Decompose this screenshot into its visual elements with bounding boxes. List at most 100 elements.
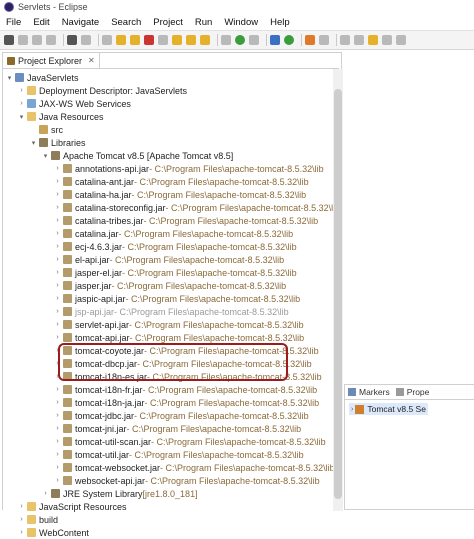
save-icon[interactable] — [18, 35, 28, 45]
open-type-icon[interactable] — [305, 35, 315, 45]
vertical-scrollbar[interactable] — [333, 69, 343, 511]
menu-edit[interactable]: Edit — [27, 17, 55, 28]
collapse-arrow-icon[interactable]: › — [53, 425, 62, 432]
collapse-arrow-icon[interactable]: › — [53, 399, 62, 406]
tree-item-jar[interactable]: › ecj-4.6.3.jar - C:\Program Files\apache… — [53, 240, 296, 253]
search-icon[interactable] — [319, 35, 329, 45]
menu-project[interactable]: Project — [147, 17, 189, 28]
collapse-arrow-icon[interactable]: › — [53, 295, 62, 302]
new-java-class-icon[interactable] — [284, 35, 294, 45]
console-icon[interactable] — [67, 35, 77, 45]
tree-item-jaxws[interactable]: › JAX-WS Web Services — [17, 97, 131, 110]
collapse-arrow-icon[interactable]: › — [53, 282, 62, 289]
save-all-icon[interactable] — [32, 35, 42, 45]
tree-item-deployment-descriptor[interactable]: › Deployment Descriptor: JavaServlets — [17, 84, 187, 97]
collapse-arrow-icon[interactable]: › — [53, 230, 62, 237]
tree-item-jar[interactable]: › tomcat-util-scan.jar - C:\Program Files… — [53, 435, 325, 448]
tab-properties[interactable]: Prope — [393, 385, 433, 399]
resume-icon[interactable] — [116, 35, 126, 45]
collapse-arrow-icon[interactable]: › — [53, 256, 62, 263]
tree-item-jar[interactable]: › jaspic-api.jar - C:\Program Files\apach… — [53, 292, 300, 305]
server-item-tomcat[interactable]: › Tomcat v8.5 Se — [349, 403, 428, 415]
tree-item-jar[interactable]: › catalina-storeconfig.jar - C:\Program F… — [53, 201, 340, 214]
tree-item-build[interactable]: › build — [17, 513, 58, 526]
menu-search[interactable]: Search — [105, 17, 147, 28]
collapse-arrow-icon[interactable]: › — [53, 464, 62, 471]
tree-item-jar[interactable]: › tomcat-jni.jar - C:\Program Files\apach… — [53, 422, 301, 435]
collapse-arrow-icon[interactable]: › — [41, 490, 50, 497]
step-into-icon[interactable] — [172, 35, 182, 45]
collapse-arrow-icon[interactable]: › — [53, 321, 62, 328]
collapse-arrow-icon[interactable]: › — [53, 438, 62, 445]
step-return-icon[interactable] — [200, 35, 210, 45]
back-icon[interactable] — [382, 35, 392, 45]
tree-item-src[interactable]: src — [29, 123, 63, 136]
collapse-arrow-icon[interactable]: › — [17, 529, 26, 536]
collapse-arrow-icon[interactable]: › — [17, 503, 26, 510]
tab-markers[interactable]: Markers — [345, 385, 393, 399]
tree-item-jar[interactable]: › websocket-api.jar - C:\Program Files\ap… — [53, 474, 319, 487]
expand-arrow-icon[interactable]: ▾ — [5, 74, 14, 82]
menu-window[interactable]: Window — [218, 17, 264, 28]
step-over-icon[interactable] — [186, 35, 196, 45]
debug-icon[interactable] — [221, 35, 231, 45]
expand-arrow-icon[interactable]: ▾ — [29, 139, 38, 147]
collapse-arrow-icon[interactable]: › — [351, 406, 353, 413]
print-icon[interactable] — [46, 35, 56, 45]
tree-item-jar[interactable]: › annotations-api.jar - C:\Program Files\… — [53, 162, 323, 175]
tree-item-jar[interactable]: › servlet-api.jar - C:\Program Files\apac… — [53, 318, 303, 331]
tree-item-jre-system-library[interactable]: › JRE System Library [jre1.8.0_181] — [41, 487, 197, 500]
tree-item-jar[interactable]: › tomcat-i18n-ja.jar - C:\Program Files\a… — [53, 396, 319, 409]
run-icon[interactable] — [235, 35, 245, 45]
tree-item-jar[interactable]: › jasper-el.jar - C:\Program Files\apache… — [53, 266, 296, 279]
terminate-icon[interactable] — [144, 35, 154, 45]
collapse-arrow-icon[interactable]: › — [17, 100, 26, 107]
tree-item-jar[interactable]: › tomcat-util.jar - C:\Program Files\apac… — [53, 448, 303, 461]
collapse-arrow-icon[interactable]: › — [53, 386, 62, 393]
collapse-arrow-icon[interactable]: › — [53, 451, 62, 458]
menu-navigate[interactable]: Navigate — [56, 17, 106, 28]
collapse-arrow-icon[interactable]: › — [53, 412, 62, 419]
collapse-arrow-icon[interactable]: › — [53, 217, 62, 224]
last-edit-location-icon[interactable] — [368, 35, 378, 45]
tree-item-jar[interactable]: › jsp-api.jar - C:\Program Files\apache-t… — [53, 305, 288, 318]
tree-item-jar[interactable]: › tomcat-jdbc.jar - C:\Program Files\apac… — [53, 409, 308, 422]
menu-run[interactable]: Run — [189, 17, 218, 28]
expand-arrow-icon[interactable]: ▾ — [41, 152, 50, 160]
collapse-arrow-icon[interactable]: › — [53, 191, 62, 198]
collapse-arrow-icon[interactable]: › — [53, 269, 62, 276]
tree-item-javascript-resources[interactable]: › JavaScript Resources — [17, 500, 126, 513]
expand-arrow-icon[interactable]: ▾ — [17, 113, 26, 121]
external-tools-icon[interactable] — [249, 35, 259, 45]
terminal-icon[interactable] — [81, 35, 91, 45]
previous-annotation-icon[interactable] — [354, 35, 364, 45]
suspend-icon[interactable] — [130, 35, 140, 45]
tree-item-jar[interactable]: › catalina-tribes.jar - C:\Program Files\… — [53, 214, 318, 227]
tree-item-webcontent[interactable]: › WebContent — [17, 526, 89, 539]
tree-item-apache-tomcat[interactable]: ▾ Apache Tomcat v8.5 [Apache Tomcat v8.5… — [41, 149, 234, 162]
skip-breakpoints-icon[interactable] — [102, 35, 112, 45]
tree-item-jar[interactable]: › el-api.jar - C:\Program Files\apache-to… — [53, 253, 284, 266]
scrollbar-thumb[interactable] — [334, 89, 342, 499]
collapse-arrow-icon[interactable]: › — [53, 477, 62, 484]
new-java-package-icon[interactable] — [270, 35, 280, 45]
tree-item-java-resources[interactable]: ▾ Java Resources — [17, 110, 104, 123]
collapse-arrow-icon[interactable]: › — [17, 516, 26, 523]
tree-item-libraries[interactable]: ▾ Libraries — [29, 136, 86, 149]
collapse-arrow-icon[interactable]: › — [17, 87, 26, 94]
tree-item-jar[interactable]: › tomcat-websocket.jar - C:\Program Files… — [53, 461, 334, 474]
collapse-arrow-icon[interactable]: › — [53, 334, 62, 341]
collapse-arrow-icon[interactable]: › — [53, 204, 62, 211]
collapse-arrow-icon[interactable]: › — [53, 178, 62, 185]
disconnect-icon[interactable] — [158, 35, 168, 45]
menu-file[interactable]: File — [0, 17, 27, 28]
collapse-arrow-icon[interactable]: › — [53, 243, 62, 250]
tree-item-jar[interactable]: › jasper.jar - C:\Program Files\apache-to… — [53, 279, 286, 292]
tree-item-jar[interactable]: › catalina-ha.jar - C:\Program Files\apac… — [53, 188, 306, 201]
tree-item-jar[interactable]: › catalina.jar - C:\Program Files\apache-… — [53, 227, 293, 240]
tree-item-project[interactable]: ▾ JavaServlets — [5, 71, 79, 84]
tree-item-jar[interactable]: › catalina-ant.jar - C:\Program Files\apa… — [53, 175, 308, 188]
collapse-arrow-icon[interactable]: › — [53, 165, 62, 172]
close-icon[interactable]: ✕ — [88, 56, 95, 65]
new-icon[interactable] — [4, 35, 14, 45]
